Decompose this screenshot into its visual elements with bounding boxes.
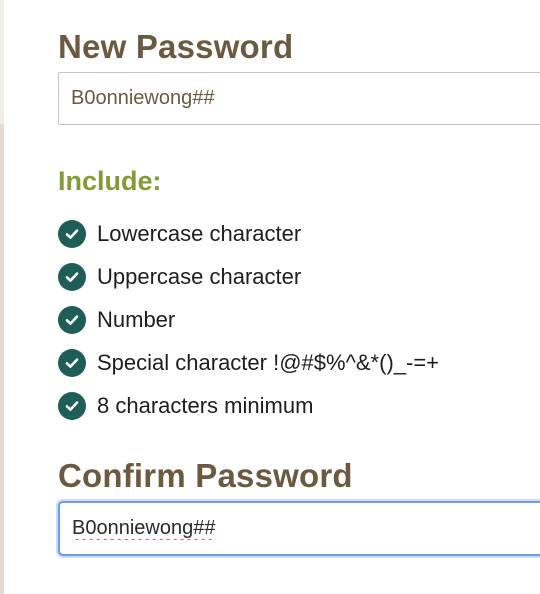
requirement-number: Number: [58, 298, 439, 341]
requirement-min-length: 8 characters minimum: [58, 384, 439, 427]
new-password-label: New Password: [58, 28, 294, 65]
requirement-uppercase: Uppercase character: [58, 255, 439, 298]
check-circle-icon: [58, 219, 86, 248]
new-password-input[interactable]: [58, 72, 540, 125]
requirement-lowercase: Lowercase character: [58, 212, 439, 255]
requirement-label: Special character !@#$%^&*()_-=+: [97, 349, 440, 375]
requirement-label: Uppercase character: [97, 263, 302, 289]
check-circle-icon: [58, 305, 86, 334]
requirement-special-character: Special character !@#$%^&*()_-=+: [58, 341, 439, 384]
requirement-label: Lowercase character: [97, 220, 302, 246]
left-divider-highlight: [0, 0, 4, 124]
requirement-label: Number: [97, 306, 176, 332]
requirements-list: Lowercase character Uppercase character …: [58, 212, 439, 427]
check-circle-icon: [58, 262, 86, 291]
confirm-password-label: Confirm Password: [58, 457, 353, 494]
confirm-password-input[interactable]: [58, 501, 540, 556]
check-circle-icon: [58, 348, 86, 377]
requirement-label: 8 characters minimum: [97, 392, 314, 418]
check-circle-icon: [58, 391, 86, 420]
requirements-heading: Include:: [58, 166, 162, 196]
